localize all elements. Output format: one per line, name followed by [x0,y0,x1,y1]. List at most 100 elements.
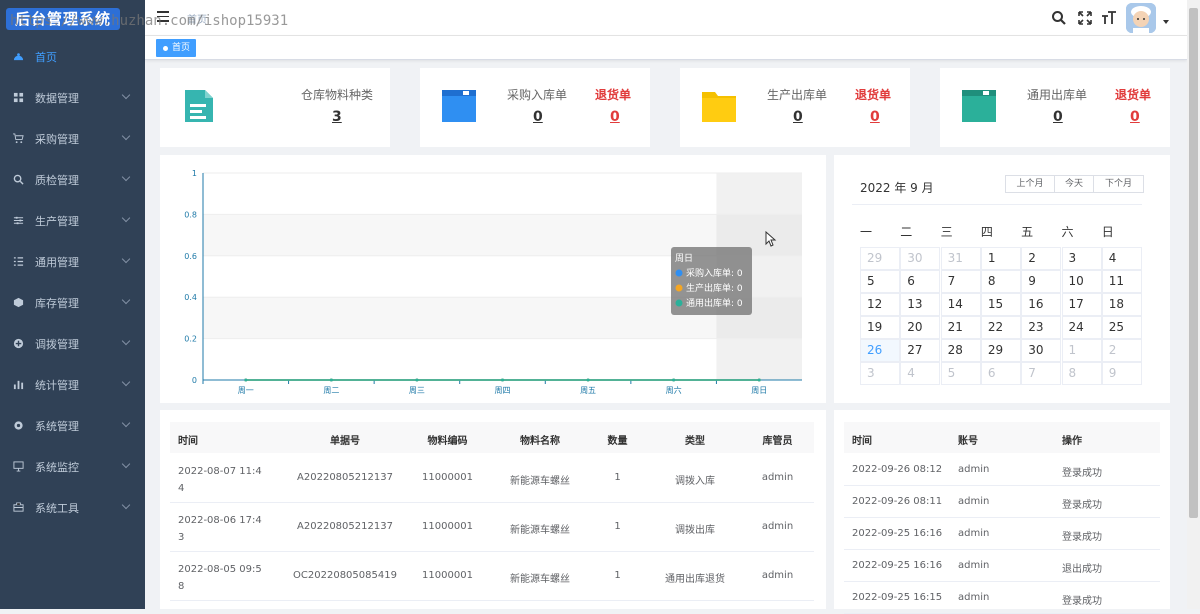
font-size-icon[interactable] [1101,10,1117,26]
today-button[interactable]: 今天 [1054,175,1094,193]
calendar-day[interactable]: 5 [860,270,900,293]
calendar-day[interactable]: 8 [1061,362,1102,385]
calendar-day[interactable]: 8 [980,270,1021,293]
sidebar-item-2[interactable]: 采购管理 [0,118,145,159]
calendar-day[interactable]: 30 [1021,339,1062,362]
sidebar-item-5[interactable]: 通用管理 [0,241,145,282]
calendar-day[interactable]: 16 [1021,293,1062,316]
calendar-day[interactable]: 9 [1101,362,1142,385]
return-value[interactable]: 0 [1130,109,1140,125]
login-log-card: 时间 账号 操作 2022-09-26 08:12 admin 登录成功 2022-09-2… [834,410,1170,614]
tag-home[interactable]: 首页 [156,39,197,57]
weekday-label: 二 [900,225,913,239]
cell-keeper: admin [761,472,794,483]
calendar-day[interactable]: 9 [1021,270,1062,293]
calendar-day[interactable]: 7 [940,270,981,293]
sidebar-item-4[interactable]: 生产管理 [0,200,145,241]
calendar-day[interactable]: 25 [1101,316,1142,339]
cell-time-line2: 8 [178,581,185,592]
chart-ytick-label: 1 [192,169,197,178]
sidebar: 后台管理系统 首页 数据管理 采购管理 质检管理 生产管理 通用管理 库存管理 调拨管理 统计管… [0,0,145,609]
chevron-down-icon [121,90,131,100]
sidebar-item-1[interactable]: 数据管理 [0,77,145,118]
calendar-day[interactable]: 17 [1061,293,1102,316]
calendar-day[interactable]: 30 [900,247,941,270]
calendar-day[interactable]: 28 [940,339,981,362]
calendar-day[interactable]: 6 [900,270,941,293]
sidebar-item-6[interactable]: 库存管理 [0,282,145,323]
tags-view: 首页 [145,36,1187,60]
calendar-day[interactable]: 29 [860,247,900,270]
calendar-day[interactable]: 1 [980,247,1021,270]
calendar-day[interactable]: 10 [1061,270,1102,293]
weekday-label: 六 [1061,225,1074,239]
calendar-day[interactable]: 22 [980,316,1021,339]
calendar-day[interactable]: 24 [1061,316,1102,339]
calendar-day[interactable]: 21 [940,316,981,339]
avatar-dropdown-icon[interactable] [1163,20,1169,24]
folder-icon [702,92,736,122]
next-month-button[interactable]: 下个月 [1093,175,1144,193]
calendar-day[interactable]: 7 [1021,362,1062,385]
calendar-day[interactable]: 5 [940,362,981,385]
calendar-day[interactable]: 3 [1061,247,1102,270]
top-navbar: 首页 [145,0,1187,36]
column-header: 物料名称 [520,436,560,447]
calendar-day[interactable]: 4 [900,362,941,385]
chart-point [244,378,248,382]
return-value[interactable]: 0 [870,109,880,125]
sidebar-item-0[interactable]: 首页 [0,36,145,77]
cell-time-line1: 2022-08-07 11:4 [178,466,262,477]
calendar-day[interactable]: 2 [1101,339,1142,362]
calendar-day[interactable]: 18 [1101,293,1142,316]
fullscreen-icon[interactable] [1077,10,1093,26]
calendar-day[interactable]: 15 [980,293,1021,316]
document-icon [185,90,213,122]
scrollbar-thumb[interactable] [1189,8,1198,518]
prev-month-button[interactable]: 上个月 [1005,175,1055,193]
calendar-day[interactable]: 2 [1021,247,1062,270]
chevron-down-icon [121,295,131,305]
sidebar-item-label: 系统监控 [35,460,79,474]
calendar-day[interactable]: 31 [940,247,981,270]
calendar-day[interactable]: 3 [860,362,900,385]
calendar-day[interactable]: 11 [1101,270,1142,293]
stat-value[interactable]: 0 [793,109,803,125]
sidebar-item-3[interactable]: 质检管理 [0,159,145,200]
avatar[interactable] [1126,3,1156,33]
cell-time: 2022-08-07 11:4 4 [178,463,262,497]
calendar-day[interactable]: 19 [860,316,900,339]
calendar-card: 2022 年 9 月上个月 今天 下个月一二三四五六日 29 30 31 1 2 3 4 5 6 7 8 9… [834,155,1170,403]
calendar-day[interactable]: 13 [900,293,941,316]
stat-value[interactable]: 3 [332,109,342,125]
calendar-day[interactable]: 29 [980,339,1021,362]
dashboard-icon [12,51,24,63]
calendar-day[interactable]: 23 [1021,316,1062,339]
sidebar-item-10[interactable]: 系统监控 [0,446,145,487]
stat-value[interactable]: 0 [533,109,543,125]
scrollbar[interactable] [1187,0,1200,609]
calendar-day[interactable]: 20 [900,316,941,339]
search-icon[interactable] [1051,10,1067,26]
calendar-day[interactable]: 4 [1101,247,1142,270]
calendar-day[interactable]: 14 [940,293,981,316]
stat-value[interactable]: 0 [1053,109,1063,125]
calendar-day[interactable]: 1 [1061,339,1102,362]
weekly-line-chart[interactable]: 00.20.40.60.81周一 周二 周三 周四 周五 周六 周日周日采购入库单: 0生产… [160,155,826,403]
sidebar-item-11[interactable]: 系统工具 [0,487,145,528]
return-value[interactable]: 0 [610,109,620,125]
sidebar-item-9[interactable]: 系统管理 [0,405,145,446]
calendar-day[interactable]: 26 [860,339,900,362]
sidebar-item-8[interactable]: 统计管理 [0,364,145,405]
chevron-down-icon [121,500,131,510]
sidebar-item-label: 数据管理 [35,91,79,105]
sidebar-item-label: 系统工具 [35,501,79,515]
sidebar-item-7[interactable]: 调拨管理 [0,323,145,364]
cell-op: 登录成功 [1062,596,1102,607]
calendar-day[interactable]: 6 [980,362,1021,385]
cell-time-line1: 2022-08-06 17:4 [178,515,262,526]
grid-icon [12,92,24,104]
calendar-day[interactable]: 12 [860,293,900,316]
chart-point [501,378,504,382]
calendar-day[interactable]: 27 [900,339,941,362]
